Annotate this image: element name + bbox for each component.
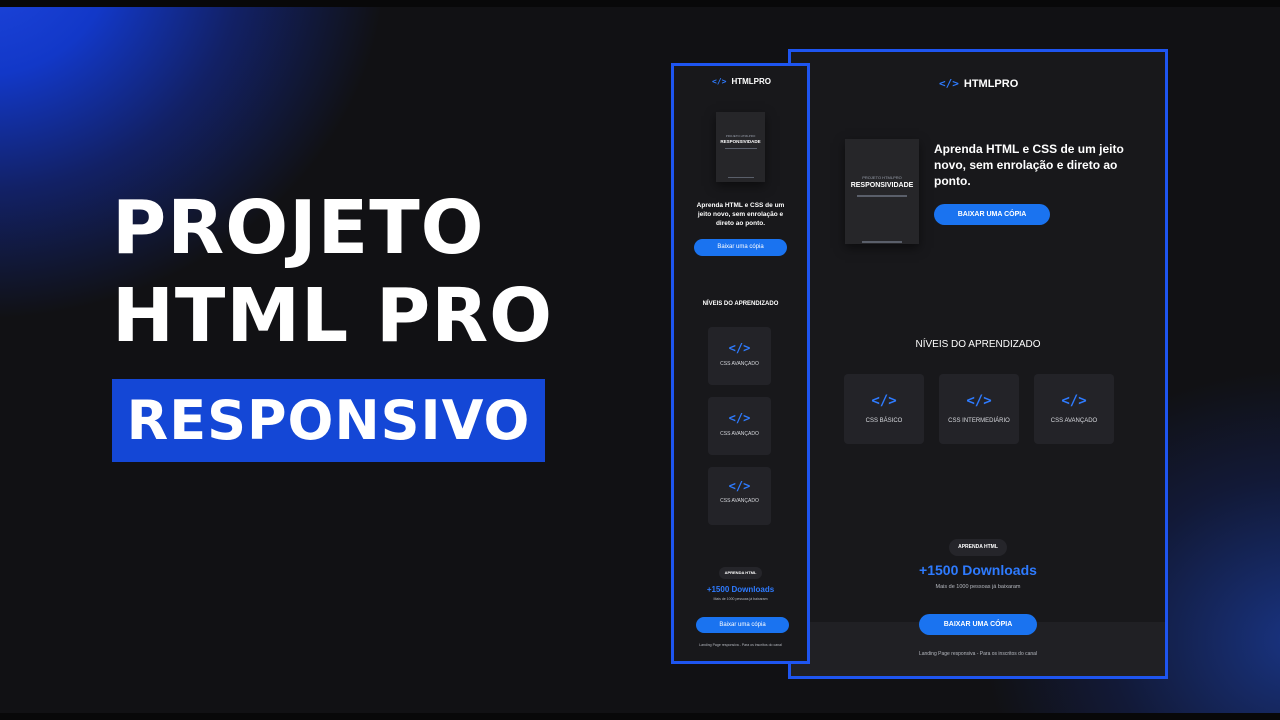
code-brackets-icon: </> [871, 393, 897, 409]
book-small-title: PROJETO HTMLPRO [725, 134, 756, 138]
desktop-level-card[interactable]: </> CSS BÁSICO [844, 374, 924, 444]
desktop-downloads-count: +1500 Downloads [919, 562, 1037, 578]
code-brackets-icon: </> [728, 341, 751, 355]
badge-label: RESPONSIVO [126, 389, 531, 452]
code-brackets-icon: </> [1061, 393, 1087, 409]
code-brackets-icon: </> [728, 479, 751, 493]
mobile-cta-button[interactable]: Baixar uma cópia [696, 617, 789, 633]
mobile-level-card[interactable]: </> CSS AVANÇADO [708, 467, 771, 525]
book-author-line [727, 177, 754, 178]
code-brackets-icon: </> [712, 77, 727, 86]
code-brackets-icon: </> [728, 411, 751, 425]
book-small-title: PROJETO HTMLPRO [862, 175, 902, 180]
mobile-mockup: </> HTMLPRO PROJETO HTMLPRO RESPONSIVIDA… [671, 63, 810, 664]
desktop-footer-text: Landing Page responsiva - Para os inscri… [918, 651, 1038, 657]
desktop-pill: APRENDA HTML [949, 539, 1007, 556]
desktop-mockup: </> HTMLPRO PROJETO HTMLPRO RESPONSIVIDA… [788, 49, 1168, 679]
responsive-badge: RESPONSIVO [112, 379, 545, 462]
level-label: CSS AVANÇADO [1050, 418, 1098, 424]
mobile-footer-text: Landing Page responsiva - Para os inscri… [699, 643, 782, 647]
desktop-book-cover: PROJETO HTMLPRO RESPONSIVIDADE [845, 139, 919, 244]
desktop-hero-button[interactable]: BAIXAR UMA CÓPIA [934, 204, 1050, 225]
level-label: CSS AVANÇADO [720, 431, 759, 437]
mobile-logo-text: HTMLPRO [731, 77, 772, 86]
book-title: RESPONSIVIDADE [720, 139, 761, 144]
level-label: CSS AVANÇADO [720, 361, 759, 367]
book-title: RESPONSIVIDADE [850, 182, 914, 189]
headline: PROJETO HTML PRO [112, 184, 553, 360]
letterbox-top [0, 0, 1280, 7]
level-label: CSS BÁSICO [865, 418, 903, 424]
code-brackets-icon: </> [966, 393, 992, 409]
letterbox-bottom [0, 713, 1280, 720]
mobile-levels-title: NÍVEIS DO APRENDIZADO [702, 301, 779, 307]
mobile-hero-button[interactable]: Baixar uma cópia [694, 239, 787, 256]
mobile-hero-text: Aprenda HTML e CSS de um jeito novo, sem… [696, 202, 785, 227]
mobile-level-card[interactable]: </> CSS AVANÇADO [708, 397, 771, 455]
mobile-pill: APRENDA HTML [719, 567, 762, 579]
desktop-logo-text: HTMLPRO [963, 77, 1019, 90]
desktop-downloads-sub: Mais de 1000 pessoas já baixaram [935, 584, 1021, 590]
book-subtitle-line [857, 195, 907, 197]
desktop-logo[interactable]: </> HTMLPRO [939, 77, 1018, 90]
headline-line-2: HTML PRO [112, 273, 554, 359]
mobile-level-card[interactable]: </> CSS AVANÇADO [708, 327, 771, 385]
desktop-cta-button[interactable]: BAIXAR UMA CÓPIA [919, 614, 1037, 635]
mobile-logo[interactable]: </> HTMLPRO [712, 77, 771, 86]
book-subtitle-line [724, 148, 757, 149]
level-label: CSS AVANÇADO [720, 498, 759, 504]
mobile-downloads-count: +1500 Downloads [706, 585, 775, 594]
mobile-downloads-sub: Mais de 1000 pessoas já baixaram [713, 597, 768, 601]
headline-line-1: PROJETO [112, 185, 485, 271]
level-label: CSS INTERMEDIÁRIO [948, 418, 1010, 424]
book-author-line [862, 241, 902, 243]
mobile-book-cover: PROJETO HTMLPRO RESPONSIVIDADE [716, 112, 765, 182]
desktop-level-card[interactable]: </> CSS AVANÇADO [1034, 374, 1114, 444]
desktop-level-card[interactable]: </> CSS INTERMEDIÁRIO [939, 374, 1019, 444]
code-brackets-icon: </> [939, 77, 959, 90]
desktop-levels-title: NÍVEIS DO APRENDIZADO [915, 339, 1041, 350]
desktop-hero-text: Aprenda HTML e CSS de um jeito novo, sem… [934, 142, 1124, 188]
